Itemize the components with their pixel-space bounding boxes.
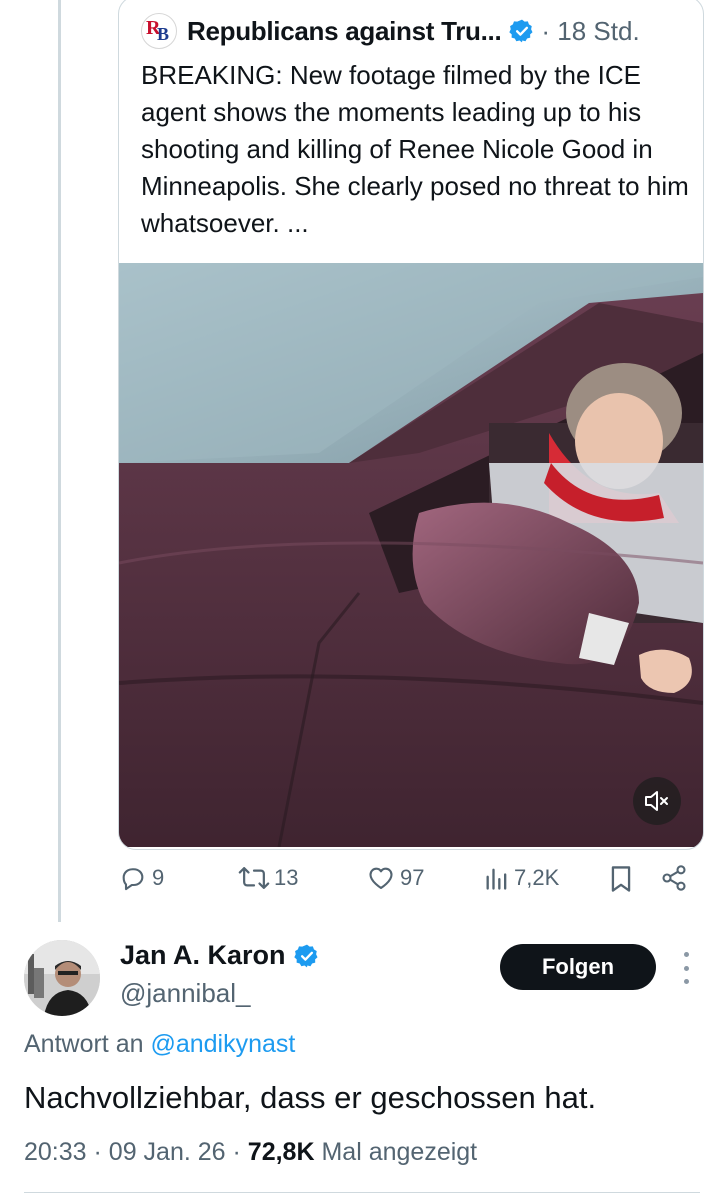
bookmark-action[interactable] xyxy=(608,864,638,894)
views-count: 7,2K xyxy=(514,865,560,890)
like-action[interactable]: 97 xyxy=(366,864,424,892)
tweet-action-bar: 9 13 97 7,2K xyxy=(118,858,702,902)
more-options-icon[interactable] xyxy=(676,952,696,984)
verified-badge-icon xyxy=(293,944,318,967)
video-player[interactable] xyxy=(119,263,703,847)
follow-button[interactable]: Folgen xyxy=(500,944,656,990)
meta-separator: · xyxy=(232,1138,241,1166)
analytics-icon xyxy=(486,868,507,890)
quoted-tweet-text: BREAKING: New footage filmed by the ICE … xyxy=(141,60,689,238)
quoted-timestamp[interactable]: · 18 Std. xyxy=(541,16,639,47)
reply-to-prefix: Antwort an xyxy=(24,1030,144,1058)
avatar-letter-b: B xyxy=(157,24,170,44)
reply-author-avatar[interactable] xyxy=(24,940,100,1016)
views-action[interactable]: 7,2K xyxy=(484,864,559,892)
share-action[interactable] xyxy=(660,864,692,892)
repost-icon xyxy=(238,867,270,889)
reply-tweet-text: Nachvollziehbar, dass er geschossen hat. xyxy=(24,1080,597,1115)
thread-connector-line xyxy=(58,0,61,922)
quoted-author-avatar[interactable]: R B xyxy=(141,13,177,49)
reply-author-name-row: Jan A. Karon xyxy=(120,940,320,971)
repost-count: 13 xyxy=(274,865,299,890)
reply-date[interactable]: 09 Jan. 26 xyxy=(109,1138,226,1166)
reply-to-mention[interactable]: @andikynast xyxy=(150,1030,295,1058)
quoted-author-name[interactable]: Republicans against Tru... xyxy=(187,16,502,47)
bookmark-icon xyxy=(611,866,631,892)
reply-action[interactable]: 9 xyxy=(118,864,164,892)
heart-icon xyxy=(369,867,393,889)
meta-separator: · xyxy=(93,1138,102,1166)
reply-context: Antwort an @andikynast xyxy=(24,1030,295,1059)
reply-author-name[interactable]: Jan A. Karon xyxy=(120,940,286,971)
reply-time[interactable]: 20:33 xyxy=(24,1138,87,1166)
reply-view-suffix: Mal angezeigt xyxy=(321,1138,478,1166)
verified-badge-icon xyxy=(509,19,533,43)
repost-action[interactable]: 13 xyxy=(238,864,298,892)
share-icon xyxy=(662,865,686,891)
reply-metadata: 20:33 · 09 Jan. 26 · 72,8K Mal angezeigt xyxy=(24,1138,477,1167)
bottom-divider xyxy=(24,1192,700,1193)
like-count: 97 xyxy=(400,865,425,890)
quoted-tweet-header: R B Republicans against Tru... · 18 Std. xyxy=(141,11,640,51)
avatar-photo xyxy=(24,940,100,1016)
reply-author-handle[interactable]: @jannibal_ xyxy=(120,978,250,1009)
reply-icon xyxy=(122,868,144,891)
reply-view-count: 72,8K xyxy=(247,1138,315,1166)
muted-speaker-icon xyxy=(645,791,668,811)
reply-count: 9 xyxy=(152,865,165,890)
mute-button[interactable] xyxy=(633,777,681,825)
video-frame-image xyxy=(119,263,703,847)
quoted-tweet-card[interactable]: R B Republicans against Tru... · 18 Std.… xyxy=(118,0,704,850)
